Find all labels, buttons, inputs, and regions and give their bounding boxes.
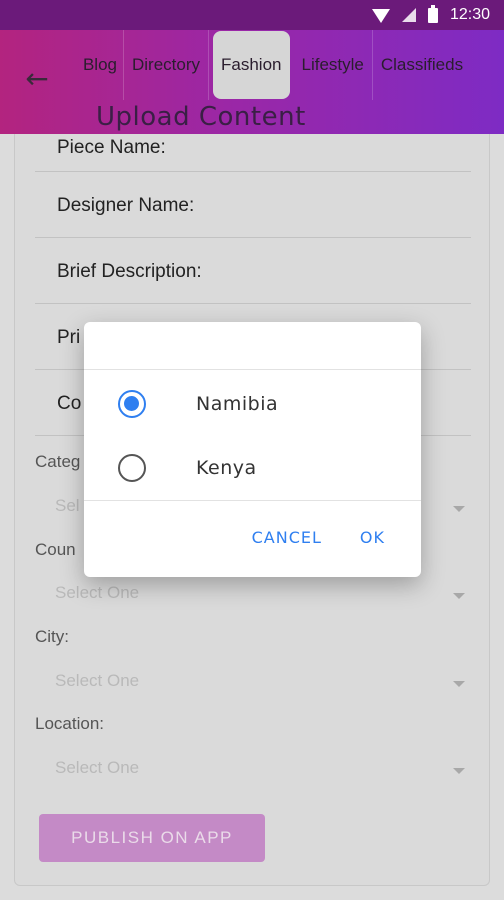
country-dialog: Namibia Kenya CANCEL OK xyxy=(84,322,421,577)
dialog-header xyxy=(84,322,421,370)
dialog-actions: CANCEL OK xyxy=(252,528,385,547)
radio-checked-icon[interactable] xyxy=(118,390,146,418)
option-kenya[interactable]: Kenya xyxy=(118,448,398,488)
ok-button[interactable]: OK xyxy=(360,528,385,547)
option-namibia[interactable]: Namibia xyxy=(118,384,398,424)
option-label: Namibia xyxy=(196,393,279,415)
option-label: Kenya xyxy=(196,457,257,479)
dialog-divider xyxy=(84,500,421,501)
radio-unchecked-icon[interactable] xyxy=(118,454,146,482)
cancel-button[interactable]: CANCEL xyxy=(252,528,322,547)
